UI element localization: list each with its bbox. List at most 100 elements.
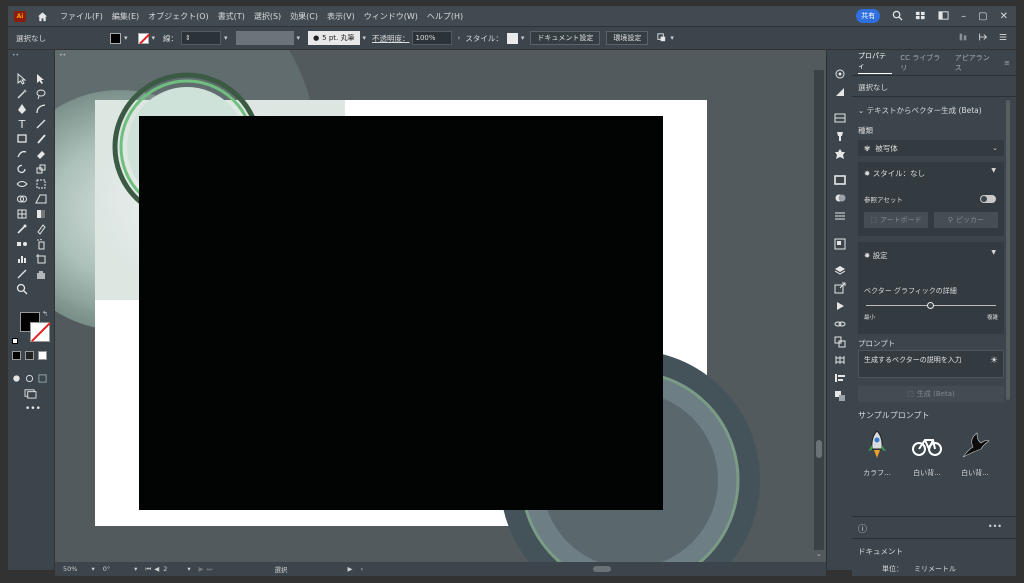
symbols-icon[interactable] xyxy=(833,148,847,160)
stroke-panel-icon[interactable] xyxy=(833,174,847,186)
tab-properties[interactable]: プロパティ xyxy=(858,51,893,74)
lightbulb-icon[interactable]: ☀ xyxy=(990,356,998,366)
lasso-tool-icon[interactable] xyxy=(32,87,50,101)
workspace-grid-icon[interactable] xyxy=(915,10,926,23)
unit-value[interactable]: ミリメートル xyxy=(914,564,956,574)
sample-prompt-bicycle[interactable]: 白い背... xyxy=(908,428,946,478)
pathfinder-icon[interactable] xyxy=(833,336,847,348)
chevron-down-icon[interactable]: ▾ xyxy=(670,34,674,42)
gradient-tool-icon[interactable] xyxy=(32,207,50,221)
variable-width-profile[interactable] xyxy=(235,31,294,45)
sample-prompt-bird[interactable]: 白い背... xyxy=(956,428,994,478)
direct-selection-tool-icon[interactable] xyxy=(32,72,50,86)
stroke-color-box[interactable] xyxy=(30,322,50,342)
panel-scrollbar[interactable] xyxy=(1006,100,1010,400)
artboards-panel-icon[interactable] xyxy=(833,238,847,250)
color-guide-icon[interactable] xyxy=(833,390,847,402)
scroll-left-icon[interactable]: ‹ xyxy=(361,565,364,573)
vertical-scrollbar[interactable] xyxy=(814,70,824,550)
chevron-down-icon[interactable]: ▾ xyxy=(187,565,190,573)
status-menu-icon[interactable]: ▶ xyxy=(348,565,353,573)
share-button[interactable]: 共有 xyxy=(856,9,881,23)
fill-swatch[interactable] xyxy=(110,32,121,44)
preferences-button[interactable]: 環境設定 xyxy=(606,31,649,45)
artboard-button[interactable]: ⬚ アートボード xyxy=(864,212,928,228)
transparency-icon[interactable] xyxy=(833,192,847,204)
chevron-down-icon[interactable]: ▾ xyxy=(152,34,156,42)
eyedropper-tool-icon[interactable] xyxy=(13,222,31,236)
transform-icon[interactable] xyxy=(978,32,988,44)
links-icon[interactable] xyxy=(833,318,847,330)
menu-edit[interactable]: 編集(E) xyxy=(112,11,139,22)
chevron-down-icon[interactable]: ▾ xyxy=(363,34,367,42)
layers-icon[interactable] xyxy=(833,264,847,276)
scroll-down-icon[interactable]: ⌄ xyxy=(816,550,822,558)
black-rectangle[interactable] xyxy=(139,116,663,510)
detail-slider-knob[interactable] xyxy=(927,302,934,309)
actions-play-icon[interactable] xyxy=(833,300,847,312)
stroke-weight-field[interactable]: ⇕ xyxy=(181,31,222,45)
section-header-text-to-vector[interactable]: ⌄ テキストからベクター生成 (Beta) xyxy=(858,105,982,116)
chevron-down-icon[interactable]: ▾ xyxy=(224,34,228,42)
search-icon[interactable] xyxy=(892,10,903,23)
document-setup-button[interactable]: ドキュメント設定 xyxy=(530,31,601,45)
chevron-down-icon[interactable]: ▾ xyxy=(91,565,94,573)
default-colors-icon[interactable] xyxy=(12,338,18,344)
brushes-icon[interactable] xyxy=(833,130,847,142)
color-mode-icon[interactable] xyxy=(12,351,21,360)
chevron-down-icon[interactable]: ▾ xyxy=(521,34,525,42)
opacity-field[interactable]: 100% xyxy=(411,31,452,45)
menu-select[interactable]: 選択(S) xyxy=(254,11,281,22)
type-tool-icon[interactable]: T xyxy=(13,117,31,131)
info-icon[interactable]: ⓘ xyxy=(858,522,867,535)
more-options-icon[interactable]: ••• xyxy=(988,522,1002,531)
zoom-tool-icon[interactable] xyxy=(13,282,31,296)
menu-help[interactable]: ヘルプ(H) xyxy=(427,11,463,22)
menu-type[interactable]: 書式(T) xyxy=(218,11,245,22)
menu-object[interactable]: オブジェクト(O) xyxy=(148,11,209,22)
chevron-down-icon[interactable]: ▾ xyxy=(124,34,128,42)
zoom-level[interactable]: 50% xyxy=(63,565,77,573)
line-segment-tool-icon[interactable] xyxy=(32,117,50,131)
eraser-tool-icon[interactable] xyxy=(32,147,50,161)
artboard-number[interactable]: 2 xyxy=(163,565,167,573)
rectangle-tool-icon[interactable] xyxy=(13,132,31,146)
chevron-right-icon[interactable]: › xyxy=(458,34,461,42)
swatches-icon[interactable] xyxy=(833,112,847,124)
restore-icon[interactable]: ▢ xyxy=(978,11,987,22)
chevron-down-icon[interactable]: ▾ xyxy=(297,34,301,42)
last-artboard-icon[interactable]: ⏭ xyxy=(207,565,213,574)
stroke-swatch[interactable] xyxy=(137,32,149,44)
scrollbar-thumb[interactable] xyxy=(816,440,822,458)
none-mode-icon[interactable] xyxy=(38,351,47,360)
first-artboard-icon[interactable]: ⏮ xyxy=(145,565,151,574)
menu-file[interactable]: ファイル(F) xyxy=(60,11,103,22)
picker-button[interactable]: ⚲ ピッカー xyxy=(934,212,998,228)
opacity-label[interactable]: 不透明度： xyxy=(372,33,410,44)
home-icon[interactable] xyxy=(34,8,50,24)
ref-asset-toggle[interactable] xyxy=(980,195,996,203)
paragraph-align-icon[interactable] xyxy=(833,372,847,384)
next-artboard-icon[interactable]: ▶ xyxy=(199,565,204,573)
caret-down-icon[interactable]: ▼ xyxy=(991,249,996,256)
arrange-icon[interactable] xyxy=(656,32,667,45)
horizontal-scroll-thumb[interactable] xyxy=(593,566,611,572)
close-icon[interactable]: ✕ xyxy=(1000,11,1008,22)
tab-cc-libraries[interactable]: CC ライブラリ xyxy=(900,53,947,73)
pen-tool-icon[interactable] xyxy=(13,102,31,116)
panel-menu-icon[interactable]: ≡ xyxy=(1004,59,1010,67)
type-dropdown[interactable]: ✾ 被写体 ⌄ xyxy=(858,140,1004,156)
style-swatch[interactable] xyxy=(506,32,518,44)
canvas[interactable]: •• ⌃ ⌄ xyxy=(55,50,826,562)
settings-header[interactable]: ✸ 設定 xyxy=(864,250,888,261)
free-transform-tool-icon[interactable] xyxy=(32,177,50,191)
sample-prompt-rocket[interactable]: カラフ... xyxy=(858,428,896,478)
hand-tool-icon[interactable] xyxy=(32,267,50,281)
shape-builder-tool-icon[interactable] xyxy=(13,192,31,206)
gradient-panel-icon[interactable] xyxy=(833,86,847,98)
mesh-tool-icon[interactable] xyxy=(13,207,31,221)
draw-normal-icon[interactable] xyxy=(12,368,21,387)
panel-menu-icon[interactable] xyxy=(998,32,1008,44)
rotation-value[interactable]: 0° xyxy=(103,565,110,573)
character-grid-icon[interactable] xyxy=(833,354,847,366)
